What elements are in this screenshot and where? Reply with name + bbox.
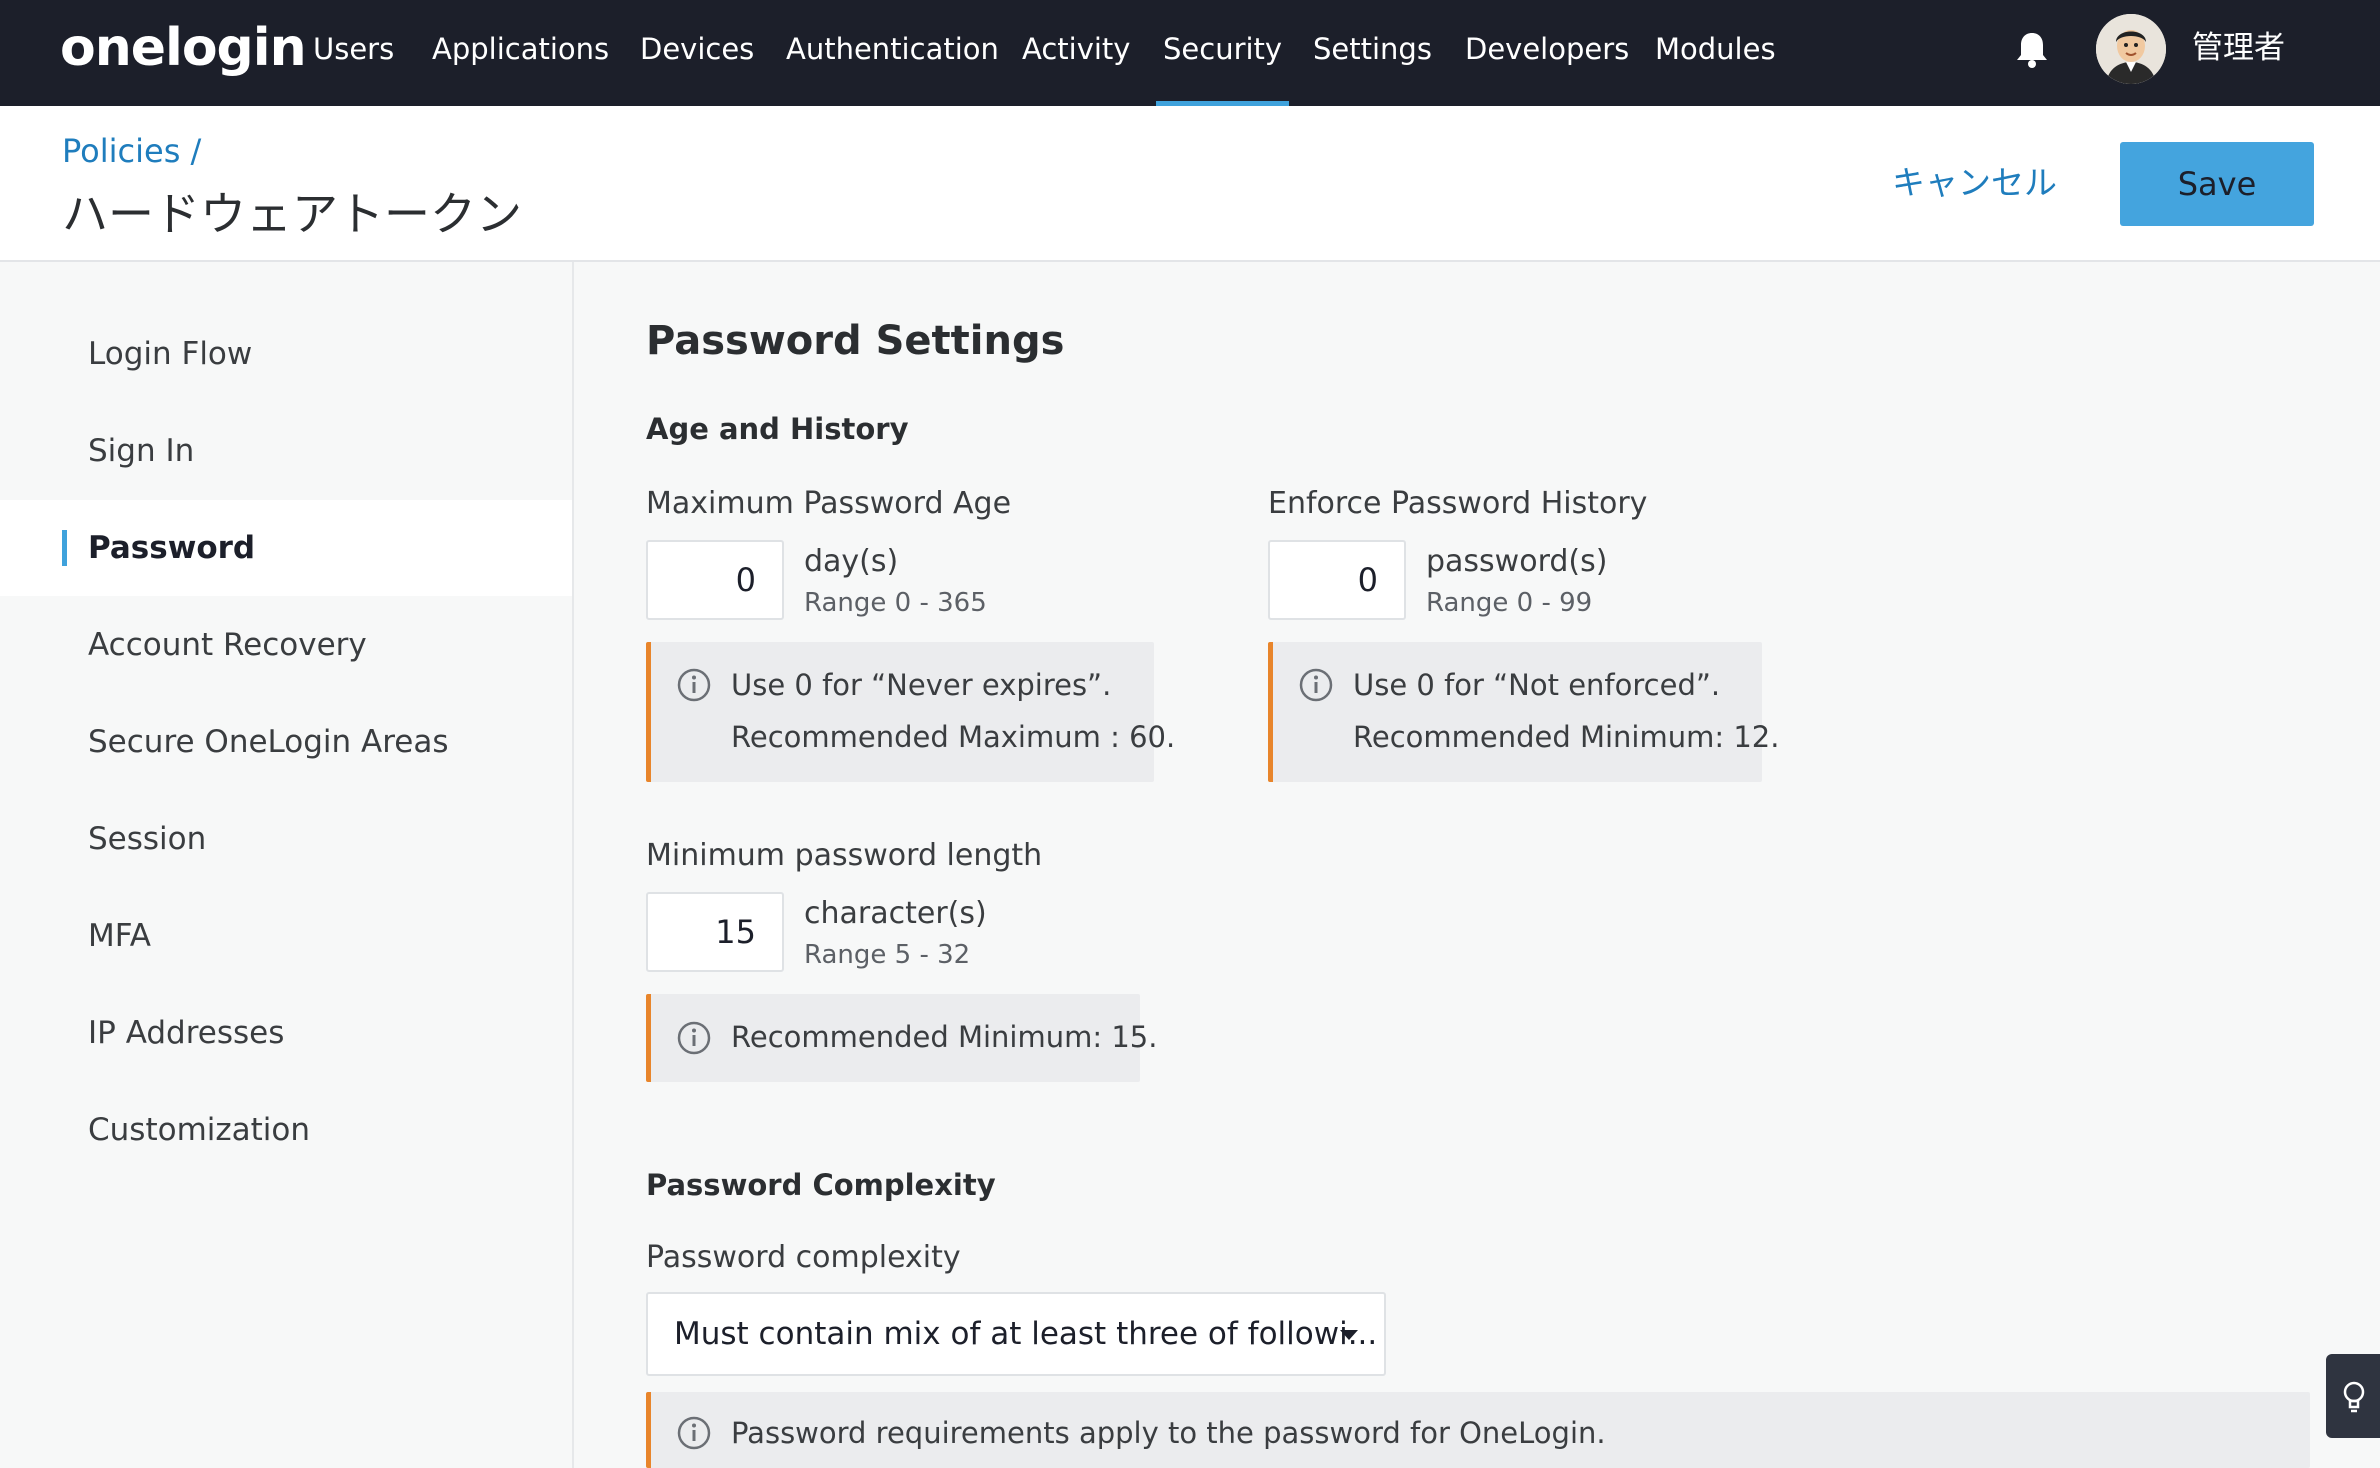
lightbulb-icon xyxy=(2340,1380,2368,1419)
complexity-select-value: Must contain mix of at least three of fo… xyxy=(674,1316,1378,1352)
help-button[interactable] xyxy=(2326,1354,2380,1438)
section-title: Password Settings xyxy=(646,318,1065,364)
min-length-unit: character(s) xyxy=(804,896,987,931)
breadcrumb-policies[interactable]: Policies / xyxy=(62,132,201,170)
complexity-label: Password complexity xyxy=(646,1240,961,1275)
cancel-button[interactable]: キャンセル xyxy=(1892,156,2057,204)
history-note: Use 0 for “Not enforced”. Recommended Mi… xyxy=(1268,642,1779,782)
history-unit: password(s) xyxy=(1426,544,1608,579)
history-range: Range 0 - 99 xyxy=(1426,588,1593,618)
sidebar-item-login-flow[interactable]: Login Flow xyxy=(0,306,572,402)
nav-authentication[interactable]: Authentication xyxy=(786,0,999,106)
age-history-heading: Age and History xyxy=(646,412,909,446)
save-button[interactable]: Save xyxy=(2120,142,2314,226)
user-avatar[interactable] xyxy=(2096,14,2166,84)
sidebar-item-mfa[interactable]: MFA xyxy=(0,888,572,984)
policy-sidebar: Login Flow Sign In Password Account Reco… xyxy=(0,262,574,1468)
nav-settings[interactable]: Settings xyxy=(1313,0,1432,106)
sidebar-item-session[interactable]: Session xyxy=(0,791,572,887)
complexity-select[interactable]: Must contain mix of at least three of fo… xyxy=(646,1292,1386,1376)
min-length-label: Minimum password length xyxy=(646,838,1043,873)
info-icon xyxy=(677,1416,711,1450)
min-length-note: Recommended Minimum: 15. xyxy=(646,994,1157,1082)
min-length-note-line1: Recommended Minimum: 15. xyxy=(731,1020,1158,1054)
max-age-label: Maximum Password Age xyxy=(646,486,1012,521)
nav-developers[interactable]: Developers xyxy=(1465,0,1629,106)
max-age-note: Use 0 for “Never expires”. Recommended M… xyxy=(646,642,1175,782)
sidebar-item-account-recovery[interactable]: Account Recovery xyxy=(0,597,572,693)
sidebar-item-sign-in[interactable]: Sign In xyxy=(0,403,572,499)
min-length-input[interactable]: 15 xyxy=(646,892,784,972)
max-age-range: Range 0 - 365 xyxy=(804,588,987,618)
nav-activity[interactable]: Activity xyxy=(1022,0,1130,106)
complexity-note: Password requirements apply to the passw… xyxy=(646,1392,2310,1468)
sidebar-item-customization[interactable]: Customization xyxy=(0,1082,572,1178)
max-age-unit: day(s) xyxy=(804,544,899,579)
onelogin-logo[interactable]: onelogin xyxy=(60,18,307,78)
nav-devices[interactable]: Devices xyxy=(640,0,754,106)
nav-modules[interactable]: Modules xyxy=(1655,0,1776,106)
info-icon xyxy=(1299,668,1333,702)
complexity-note-line1: Password requirements apply to the passw… xyxy=(731,1416,1606,1450)
min-length-range: Range 5 - 32 xyxy=(804,940,971,970)
main-content: Password Settings Age and History Maximu… xyxy=(574,262,2380,1468)
complexity-heading: Password Complexity xyxy=(646,1168,996,1202)
history-note-line1: Use 0 for “Not enforced”. xyxy=(1353,668,1721,702)
max-age-note-line1: Use 0 for “Never expires”. xyxy=(731,668,1112,702)
page-header: Policies / ハードウェアトークン キャンセル Save xyxy=(0,106,2380,262)
max-age-input[interactable]: 0 xyxy=(646,540,784,620)
history-note-line2: Recommended Minimum: 12. xyxy=(1353,720,1780,754)
page-title: ハードウェアトークン xyxy=(62,187,522,241)
sidebar-item-ip-addresses[interactable]: IP Addresses xyxy=(0,985,572,1081)
user-name[interactable]: 管理者 xyxy=(2192,0,2285,96)
sidebar-item-password[interactable]: Password xyxy=(0,500,572,596)
nav-applications[interactable]: Applications xyxy=(432,0,609,106)
chevron-down-icon xyxy=(1340,1330,1358,1340)
sidebar-item-secure-areas[interactable]: Secure OneLogin Areas xyxy=(0,694,572,790)
history-label: Enforce Password History xyxy=(1268,486,1648,521)
history-input[interactable]: 0 xyxy=(1268,540,1406,620)
top-nav-bar: onelogin Users Applications Devices Auth… xyxy=(0,0,2380,106)
nav-security[interactable]: Security xyxy=(1155,0,1290,106)
info-icon xyxy=(677,668,711,702)
info-icon xyxy=(677,1021,711,1055)
max-age-note-line2: Recommended Maximum : 60. xyxy=(731,720,1176,754)
nav-users[interactable]: Users xyxy=(313,0,394,106)
bell-icon[interactable] xyxy=(2014,30,2050,70)
